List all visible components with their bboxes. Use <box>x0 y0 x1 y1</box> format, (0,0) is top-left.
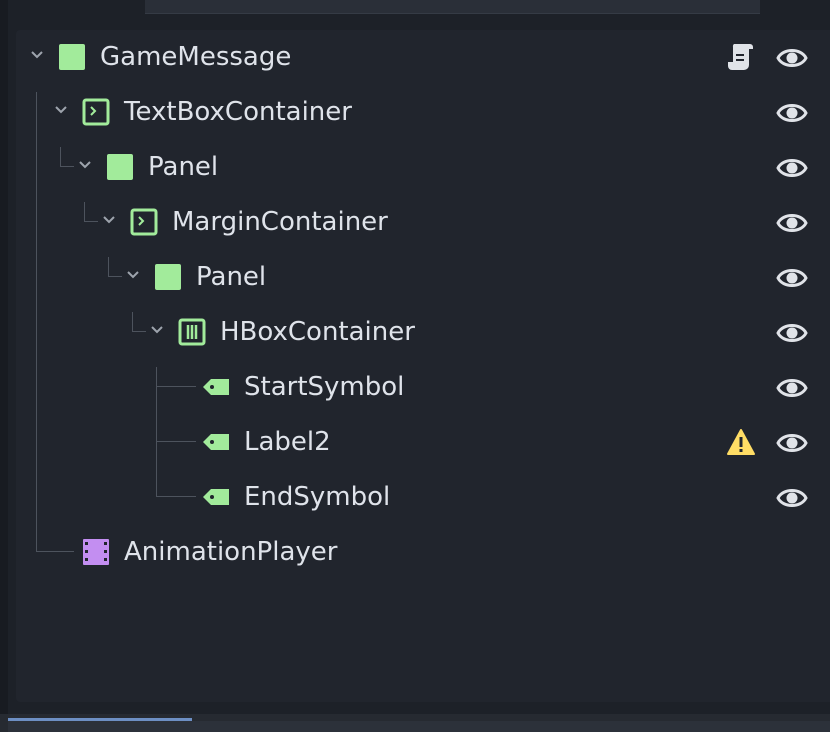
tree-row-panel[interactable]: Panel <box>16 140 830 195</box>
panel-icon <box>155 264 181 290</box>
filter-nodes-input[interactable] <box>145 0 760 14</box>
label-icon <box>203 379 229 395</box>
animation-player-icon <box>83 539 109 565</box>
eye-visible-icon[interactable] <box>776 483 808 513</box>
eye-visible-icon[interactable] <box>776 98 808 128</box>
dock-left-edge <box>0 0 8 732</box>
bottom-panel-edge <box>8 721 830 732</box>
panel-icon <box>107 154 133 180</box>
chevron-down-icon[interactable] <box>54 103 68 117</box>
tree-row-startsymbol[interactable]: StartSymbol <box>16 360 830 415</box>
panel-icon <box>59 44 85 70</box>
eye-visible-icon[interactable] <box>776 263 808 293</box>
label-icon <box>203 489 229 505</box>
eye-visible-icon[interactable] <box>776 153 808 183</box>
warning-icon[interactable] <box>726 425 756 459</box>
label-icon <box>203 434 229 450</box>
chevron-down-icon[interactable] <box>102 213 116 227</box>
eye-visible-icon[interactable] <box>776 208 808 238</box>
container-icon <box>82 98 110 126</box>
eye-visible-icon[interactable] <box>776 373 808 403</box>
scene-tree: GameMessage TextBoxContainer Panel Margi… <box>16 30 830 702</box>
node-name[interactable]: HBoxContainer <box>220 316 415 348</box>
node-name[interactable]: TextBoxContainer <box>124 96 352 128</box>
tree-row-textboxcontainer[interactable]: TextBoxContainer <box>16 85 830 140</box>
node-name[interactable]: Panel <box>148 151 218 183</box>
node-name[interactable]: StartSymbol <box>244 371 404 403</box>
tree-row-animationplayer[interactable]: AnimationPlayer <box>16 525 830 580</box>
eye-visible-icon[interactable] <box>776 318 808 348</box>
node-name[interactable]: MarginContainer <box>172 206 388 238</box>
tree-row-endsymbol[interactable]: EndSymbol <box>16 470 830 525</box>
chevron-down-icon[interactable] <box>78 158 92 172</box>
tree-row-margincontainer[interactable]: MarginContainer <box>16 195 830 250</box>
container-icon <box>130 208 158 236</box>
tree-row-gamemessage[interactable]: GameMessage <box>16 30 830 85</box>
node-name[interactable]: AnimationPlayer <box>124 536 337 568</box>
tree-row-hboxcontainer[interactable]: HBoxContainer <box>16 305 830 360</box>
script-icon[interactable] <box>726 40 756 74</box>
node-name[interactable]: Label2 <box>244 426 331 458</box>
hbox-container-icon <box>178 318 206 346</box>
chevron-down-icon[interactable] <box>30 48 44 62</box>
eye-visible-icon[interactable] <box>776 43 808 73</box>
node-name[interactable]: Panel <box>196 261 266 293</box>
tree-row-label2[interactable]: Label2 <box>16 415 830 470</box>
chevron-down-icon[interactable] <box>150 323 164 337</box>
tree-row-panel-inner[interactable]: Panel <box>16 250 830 305</box>
node-name[interactable]: GameMessage <box>100 41 291 73</box>
eye-visible-icon[interactable] <box>776 428 808 458</box>
node-name[interactable]: EndSymbol <box>244 481 390 513</box>
chevron-down-icon[interactable] <box>126 268 140 282</box>
